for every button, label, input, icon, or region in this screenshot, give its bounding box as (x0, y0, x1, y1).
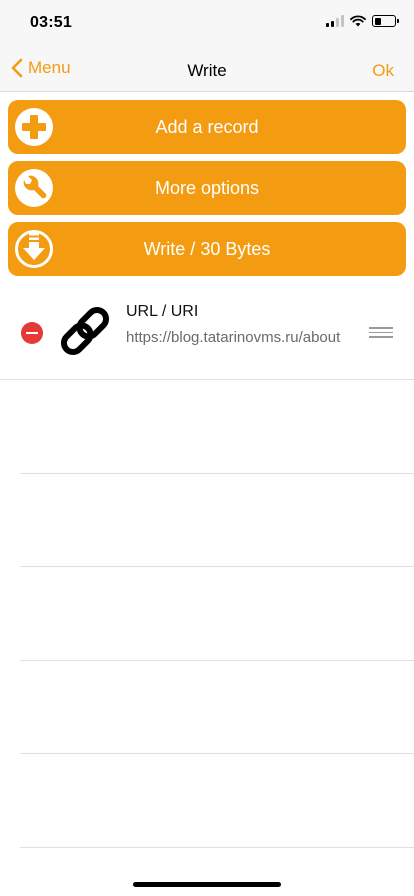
delete-record-button[interactable] (21, 322, 43, 344)
battery-icon (372, 15, 399, 27)
more-options-label: More options (154, 177, 260, 198)
ok-button[interactable]: Ok (372, 61, 394, 81)
cellular-signal-icon (326, 15, 344, 27)
write-button[interactable]: Write / 30 Bytes (8, 222, 406, 276)
empty-row-divider (20, 660, 414, 661)
wifi-icon (350, 15, 366, 27)
plus-circle-icon (15, 108, 53, 146)
empty-row-divider (20, 753, 414, 754)
empty-row-divider (20, 473, 414, 474)
add-record-label: Add a record (155, 116, 259, 137)
link-icon (60, 306, 110, 356)
home-indicator[interactable] (133, 882, 281, 887)
add-record-button[interactable]: Add a record (8, 100, 406, 154)
status-icons (326, 15, 399, 27)
empty-row-divider (20, 847, 414, 848)
navigation-bar: Menu Write Ok (0, 48, 414, 92)
wrench-icon (15, 169, 53, 207)
status-bar: 03:51 (0, 0, 414, 48)
empty-row-divider (20, 566, 414, 567)
drag-handle-icon[interactable] (369, 327, 393, 339)
status-time: 03:51 (30, 14, 72, 31)
write-label: Write / 30 Bytes (143, 238, 271, 259)
more-options-button[interactable]: More options (8, 161, 406, 215)
record-row[interactable]: URL / URI https://blog.tatarinovms.ru/ab… (0, 285, 414, 380)
record-value: https://blog.tatarinovms.ru/about (126, 329, 341, 346)
page-title: Write (187, 61, 227, 80)
record-type: URL / URI (126, 303, 199, 320)
download-arrow-icon (15, 230, 53, 268)
